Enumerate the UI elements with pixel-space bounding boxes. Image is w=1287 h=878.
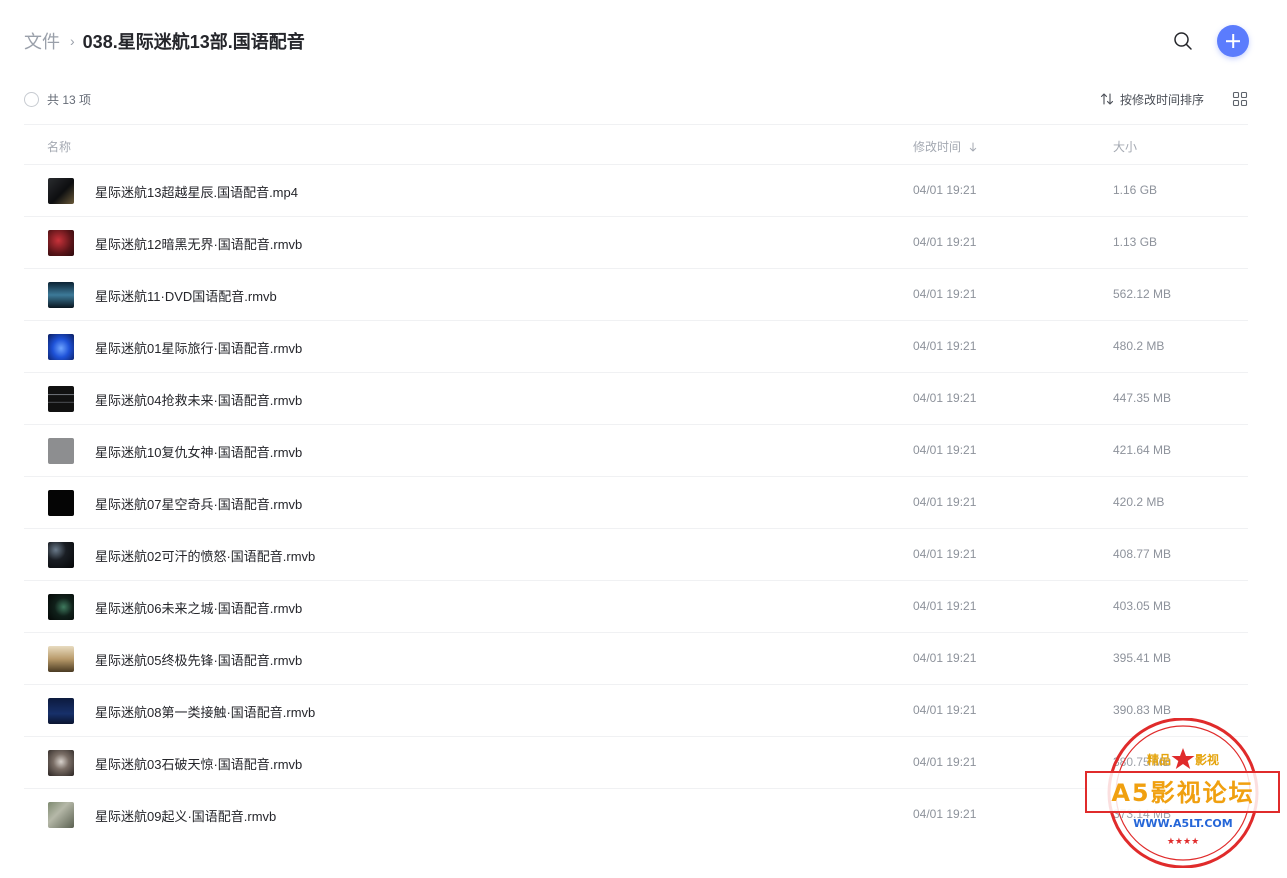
file-modified: 04/01 19:21 [913,755,977,769]
file-size: 408.77 MB [1113,547,1172,561]
list-toolbar: 共 13 项 按修改时间排序 [24,86,1248,112]
search-icon [1174,32,1192,50]
file-modified: 04/01 19:21 [913,807,977,821]
file-name: 星际迷航10复仇女神·国语配音.rmvb [95,445,303,460]
file-size: 447.35 MB [1113,391,1172,405]
file-size: 403.05 MB [1113,599,1172,613]
file-row[interactable]: 星际迷航11·DVD国语配音.rmvb 04/01 19:21 562.12 M… [24,269,1248,321]
file-row[interactable]: 星际迷航05终极先锋·国语配音.rmvb 04/01 19:21 395.41 … [24,633,1248,685]
file-name: 星际迷航09起义·国语配音.rmvb [95,809,277,824]
file-size: 562.12 MB [1113,287,1172,301]
add-button[interactable] [1217,25,1249,57]
file-name: 星际迷航08第一类接触·国语配音.rmvb [95,705,316,720]
breadcrumb-separator: › [70,33,75,49]
file-name: 星际迷航07星空奇兵·国语配音.rmvb [95,497,303,512]
file-row[interactable]: 星际迷航03石破天惊·国语配音.rmvb 04/01 19:21 380.75 … [24,737,1248,789]
watermark-main: A5影视论坛 [1111,779,1254,807]
file-list: 星际迷航13超越星辰.国语配音.mp4 04/01 19:21 1.16 GB … [24,165,1248,841]
watermark-top-left: 精品 [1147,752,1171,767]
video-thumbnail [48,698,74,724]
file-name: 星际迷航03石破天惊·国语配音.rmvb [95,757,303,772]
column-modified-label: 修改时间 [913,140,962,154]
item-count: 共 13 项 [47,92,92,107]
video-thumbnail [48,386,74,412]
watermark-stars: ★★★★ [1167,837,1199,847]
select-all-checkbox[interactable] [24,91,39,107]
watermark-stamp: 精品 影视 A5影视论坛 WWW.A5LT.COM ★★★★ [1085,718,1280,868]
file-modified: 04/01 19:21 [913,183,977,197]
file-row[interactable]: 星际迷航09起义·国语配音.rmvb 04/01 19:21 373.14 MB [24,789,1248,841]
file-modified: 04/01 19:21 [913,703,977,717]
file-row[interactable]: 星际迷航02可汗的愤怒·国语配音.rmvb 04/01 19:21 408.77… [24,529,1248,581]
video-thumbnail [48,438,74,464]
file-modified: 04/01 19:21 [913,599,977,613]
sort-icon [1100,93,1114,105]
file-modified: 04/01 19:21 [913,287,977,301]
file-size: 480.2 MB [1113,339,1165,353]
column-modified-header[interactable]: 修改时间 [913,138,977,155]
sort-label: 按修改时间排序 [1119,92,1204,107]
watermark-url: WWW.A5LT.COM [1133,817,1232,830]
file-row[interactable]: 星际迷航10复仇女神·国语配音.rmvb 04/01 19:21 421.64 … [24,425,1248,477]
breadcrumb: 文件 › 038.星际迷航13部.国语配音 [24,28,305,54]
file-size: 395.41 MB [1113,651,1172,665]
sort-button[interactable]: 按修改时间排序 [1100,91,1204,108]
search-button[interactable] [1171,29,1195,53]
file-row[interactable]: 星际迷航08第一类接触·国语配音.rmvb 04/01 19:21 390.83… [24,685,1248,737]
file-modified: 04/01 19:21 [913,495,977,509]
file-name: 星际迷航05终极先锋·国语配音.rmvb [95,653,303,668]
video-thumbnail [48,646,74,672]
file-modified: 04/01 19:21 [913,339,977,353]
file-row[interactable]: 星际迷航01星际旅行·国语配音.rmvb 04/01 19:21 480.2 M… [24,321,1248,373]
file-size: 420.2 MB [1113,495,1165,509]
watermark-top-right: 影视 [1195,752,1219,767]
video-thumbnail [48,802,74,828]
file-name: 星际迷航06未来之城·国语配音.rmvb [95,601,303,616]
file-name: 星际迷航13超越星辰.国语配音.mp4 [95,185,298,200]
file-row[interactable]: 星际迷航07星空奇兵·国语配音.rmvb 04/01 19:21 420.2 M… [24,477,1248,529]
file-size: 390.83 MB [1113,703,1172,717]
video-thumbnail [48,334,74,360]
file-name: 星际迷航11·DVD国语配音.rmvb [95,289,277,304]
grid-view-icon[interactable] [1232,91,1248,107]
file-modified: 04/01 19:21 [913,443,977,457]
column-name-header[interactable]: 名称 [47,138,71,155]
column-header-row: 名称 修改时间 大小 [24,125,1248,165]
file-name: 星际迷航12暗黑无界·国语配音.rmvb [95,237,303,252]
file-size: 1.13 GB [1113,235,1158,249]
file-modified: 04/01 19:21 [913,235,977,249]
file-modified: 04/01 19:21 [913,651,977,665]
file-size: 1.16 GB [1113,183,1158,197]
file-modified: 04/01 19:21 [913,391,977,405]
video-thumbnail [48,282,74,308]
breadcrumb-root-link[interactable]: 文件 [24,28,60,54]
column-size-header[interactable]: 大小 [1113,138,1137,155]
file-row[interactable]: 星际迷航04抢救未来·国语配音.rmvb 04/01 19:21 447.35 … [24,373,1248,425]
file-row[interactable]: 星际迷航13超越星辰.国语配音.mp4 04/01 19:21 1.16 GB [24,165,1248,217]
file-name: 星际迷航02可汗的愤怒·国语配音.rmvb [95,549,316,564]
header: 文件 › 038.星际迷航13部.国语配音 [24,24,1249,58]
file-row[interactable]: 星际迷航12暗黑无界·国语配音.rmvb 04/01 19:21 1.13 GB [24,217,1248,269]
video-thumbnail [48,490,74,516]
breadcrumb-current-folder: 038.星际迷航13部.国语配音 [82,32,305,52]
sort-desc-arrow-icon [969,142,977,151]
video-thumbnail [48,750,74,776]
file-name: 星际迷航04抢救未来·国语配音.rmvb [95,393,303,408]
file-row[interactable]: 星际迷航06未来之城·国语配音.rmvb 04/01 19:21 403.05 … [24,581,1248,633]
file-modified: 04/01 19:21 [913,547,977,561]
video-thumbnail [48,594,74,620]
header-actions [1171,25,1249,57]
file-size: 421.64 MB [1113,443,1172,457]
video-thumbnail [48,178,74,204]
file-name: 星际迷航01星际旅行·国语配音.rmvb [95,341,303,356]
video-thumbnail [48,230,74,256]
video-thumbnail [48,542,74,568]
